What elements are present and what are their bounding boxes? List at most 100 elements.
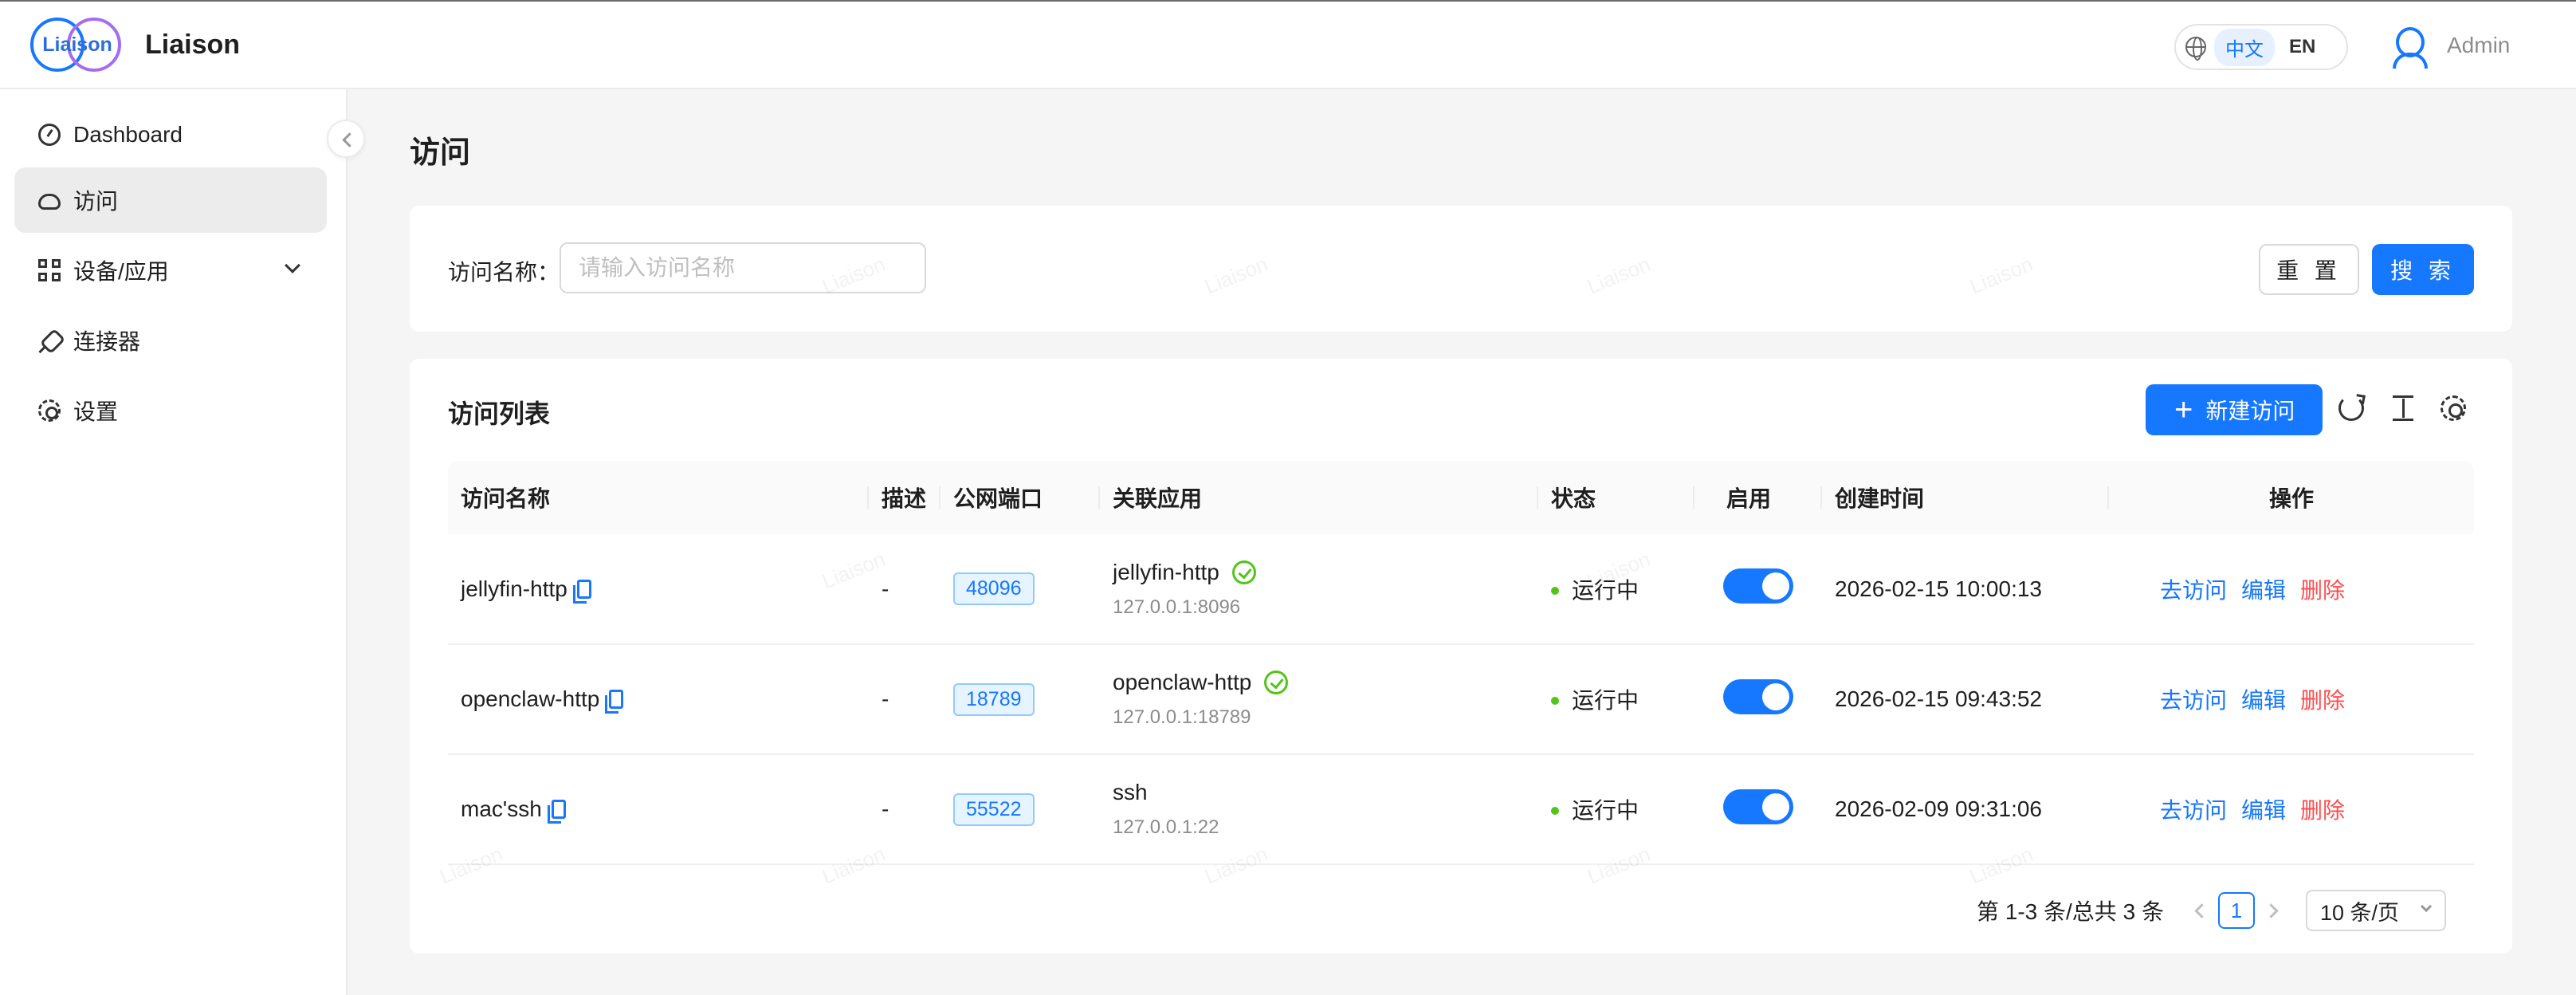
edit-link[interactable]: 编辑 (2241, 798, 2286, 823)
delete-link[interactable]: 删除 (2300, 798, 2345, 823)
column-header[interactable]: 创建时间 (1822, 461, 2109, 534)
name-cell: jellyfin-http (448, 534, 869, 645)
column-header[interactable]: 关联应用 (1100, 461, 1538, 534)
actions-cell: 去访问 编辑 删除 (2109, 534, 2474, 645)
pagination-summary: 第 1-3 条/总共 3 条 (1977, 899, 2164, 924)
sidebar: Dashboard 访问 设备/应用 连接器 设置 (0, 89, 348, 995)
access-name: openclaw-http (461, 686, 600, 711)
visit-link[interactable]: 去访问 (2160, 578, 2227, 603)
next-page-icon[interactable] (2264, 901, 2283, 920)
liaison-logo[interactable]: Liaison (30, 16, 124, 73)
logo-text: Liaison (42, 33, 112, 56)
edit-link[interactable]: 编辑 (2241, 688, 2286, 713)
table-header-row: 访问名称 描述 公网端口 关联应用 状态 启用 创建时间 操作 (448, 461, 2474, 534)
sidebar-item-settings[interactable]: 设置 (14, 378, 327, 443)
app-name: jellyfin-http (1113, 559, 1219, 584)
desc-cell: - (869, 754, 940, 865)
column-header[interactable]: 描述 (869, 461, 940, 534)
created-cell: 2026-02-09 09:31:06 (1822, 754, 2109, 865)
sidebar-collapse-button[interactable] (327, 120, 365, 158)
check-circle-icon (1264, 671, 1289, 694)
access-list-card: 访问列表 + 新建访问 访问名称 描述 公网端口 关联应用 状态 启用 创建时间… (410, 359, 2512, 954)
delete-link[interactable]: 删除 (2300, 688, 2345, 713)
enable-toggle[interactable] (1723, 789, 1793, 824)
app-name: ssh (1113, 780, 1148, 804)
delete-link[interactable]: 删除 (2300, 578, 2345, 603)
sidebar-item-label: 设置 (73, 399, 119, 424)
app-name: openclaw-http (1113, 670, 1252, 694)
check-circle-icon (1231, 560, 1256, 584)
user-menu[interactable]: Admin (2389, 22, 2510, 69)
sidebar-item-devices-apps[interactable]: 设备/应用 (14, 238, 327, 303)
table-row: mac'ssh - 55522 ssh 127.0.0.1:22 运行中 202… (448, 754, 2474, 865)
access-name-input[interactable] (560, 242, 926, 293)
new-access-button[interactable]: + 新建访问 (2146, 384, 2323, 435)
brand-name: Liaison (145, 29, 241, 60)
status-cell: 运行中 (1538, 534, 1694, 645)
port-tag: 18789 (953, 682, 1035, 716)
page-title: 访问 (410, 136, 471, 170)
copy-icon[interactable] (572, 579, 591, 604)
refresh-icon[interactable] (2338, 395, 2364, 421)
sidebar-item-label: 连接器 (73, 329, 141, 354)
column-header[interactable]: 状态 (1538, 461, 1694, 534)
prev-page-icon[interactable] (2189, 901, 2209, 920)
search-button[interactable]: 搜 索 (2372, 244, 2474, 295)
column-header[interactable]: 访问名称 (448, 461, 869, 534)
created-cell: 2026-02-15 10:00:13 (1822, 534, 2109, 645)
copy-icon[interactable] (605, 690, 624, 714)
search-card: 访问名称： 重 置 搜 索 (410, 206, 2512, 332)
status-text: 运行中 (1572, 577, 1639, 603)
table-settings-icon[interactable] (2441, 395, 2466, 421)
column-header[interactable]: 公网端口 (940, 461, 1100, 534)
access-name: jellyfin-http (461, 576, 567, 601)
status-cell: 运行中 (1538, 644, 1694, 755)
enable-toggle[interactable] (1723, 678, 1793, 714)
sidebar-item-access[interactable]: 访问 (14, 167, 327, 233)
name-cell: mac'ssh (448, 754, 869, 865)
status-text: 运行中 (1572, 798, 1639, 823)
column-height-icon[interactable] (2389, 394, 2418, 423)
visit-link[interactable]: 去访问 (2160, 688, 2227, 713)
copy-icon[interactable] (547, 800, 566, 824)
plug-icon (38, 329, 61, 352)
table-row: jellyfin-http - 48096 jellyfin-http 127.… (448, 534, 2474, 645)
lang-en-option[interactable]: EN (2289, 36, 2315, 58)
avatar (2389, 22, 2431, 69)
column-header[interactable]: 操作 (2109, 461, 2474, 534)
globe-icon (2185, 37, 2206, 61)
created-cell: 2026-02-15 09:43:52 (1822, 644, 2109, 755)
sidebar-item-dashboard[interactable]: Dashboard (14, 102, 327, 167)
name-cell: openclaw-http (448, 644, 869, 755)
column-header[interactable]: 启用 (1694, 461, 1822, 534)
reset-button[interactable]: 重 置 (2259, 244, 2359, 295)
table-row: openclaw-http - 18789 openclaw-http 127.… (448, 644, 2474, 755)
status-dot (1551, 697, 1559, 705)
port-tag: 55522 (953, 792, 1035, 826)
edit-link[interactable]: 编辑 (2241, 578, 2286, 603)
sidebar-item-connectors[interactable]: 连接器 (14, 308, 327, 373)
pagination: 第 1-3 条/总共 3 条 1 10 条/页 (1977, 890, 2446, 931)
page-size-select[interactable]: 10 条/页 (2305, 890, 2446, 931)
language-switcher[interactable]: 中文 EN (2174, 24, 2348, 70)
access-name: mac'ssh (461, 796, 542, 821)
enable-toggle[interactable] (1723, 568, 1793, 604)
cloud-icon (38, 194, 61, 210)
dashboard-icon (38, 124, 61, 146)
status-cell: 运行中 (1538, 754, 1694, 865)
chevron-down-icon (2420, 900, 2433, 913)
app-address: 127.0.0.1:22 (1113, 816, 1219, 838)
page-button-current[interactable]: 1 (2217, 892, 2255, 929)
lang-zh-option[interactable]: 中文 (2214, 28, 2275, 66)
status-text: 运行中 (1572, 688, 1639, 713)
port-cell: 55522 (940, 754, 1100, 865)
sidebar-item-label: 设备/应用 (73, 259, 169, 284)
app-cell: ssh 127.0.0.1:22 (1100, 754, 1538, 865)
enable-cell (1694, 644, 1822, 755)
top-header: Liaison Liaison 中文 EN Admin (0, 0, 2576, 89)
sidebar-item-label: 访问 (73, 189, 119, 214)
visit-link[interactable]: 去访问 (2160, 798, 2227, 823)
port-cell: 18789 (940, 644, 1100, 755)
sidebar-item-label: Dashboard (73, 122, 183, 147)
access-name-label: 访问名称： (448, 260, 560, 285)
